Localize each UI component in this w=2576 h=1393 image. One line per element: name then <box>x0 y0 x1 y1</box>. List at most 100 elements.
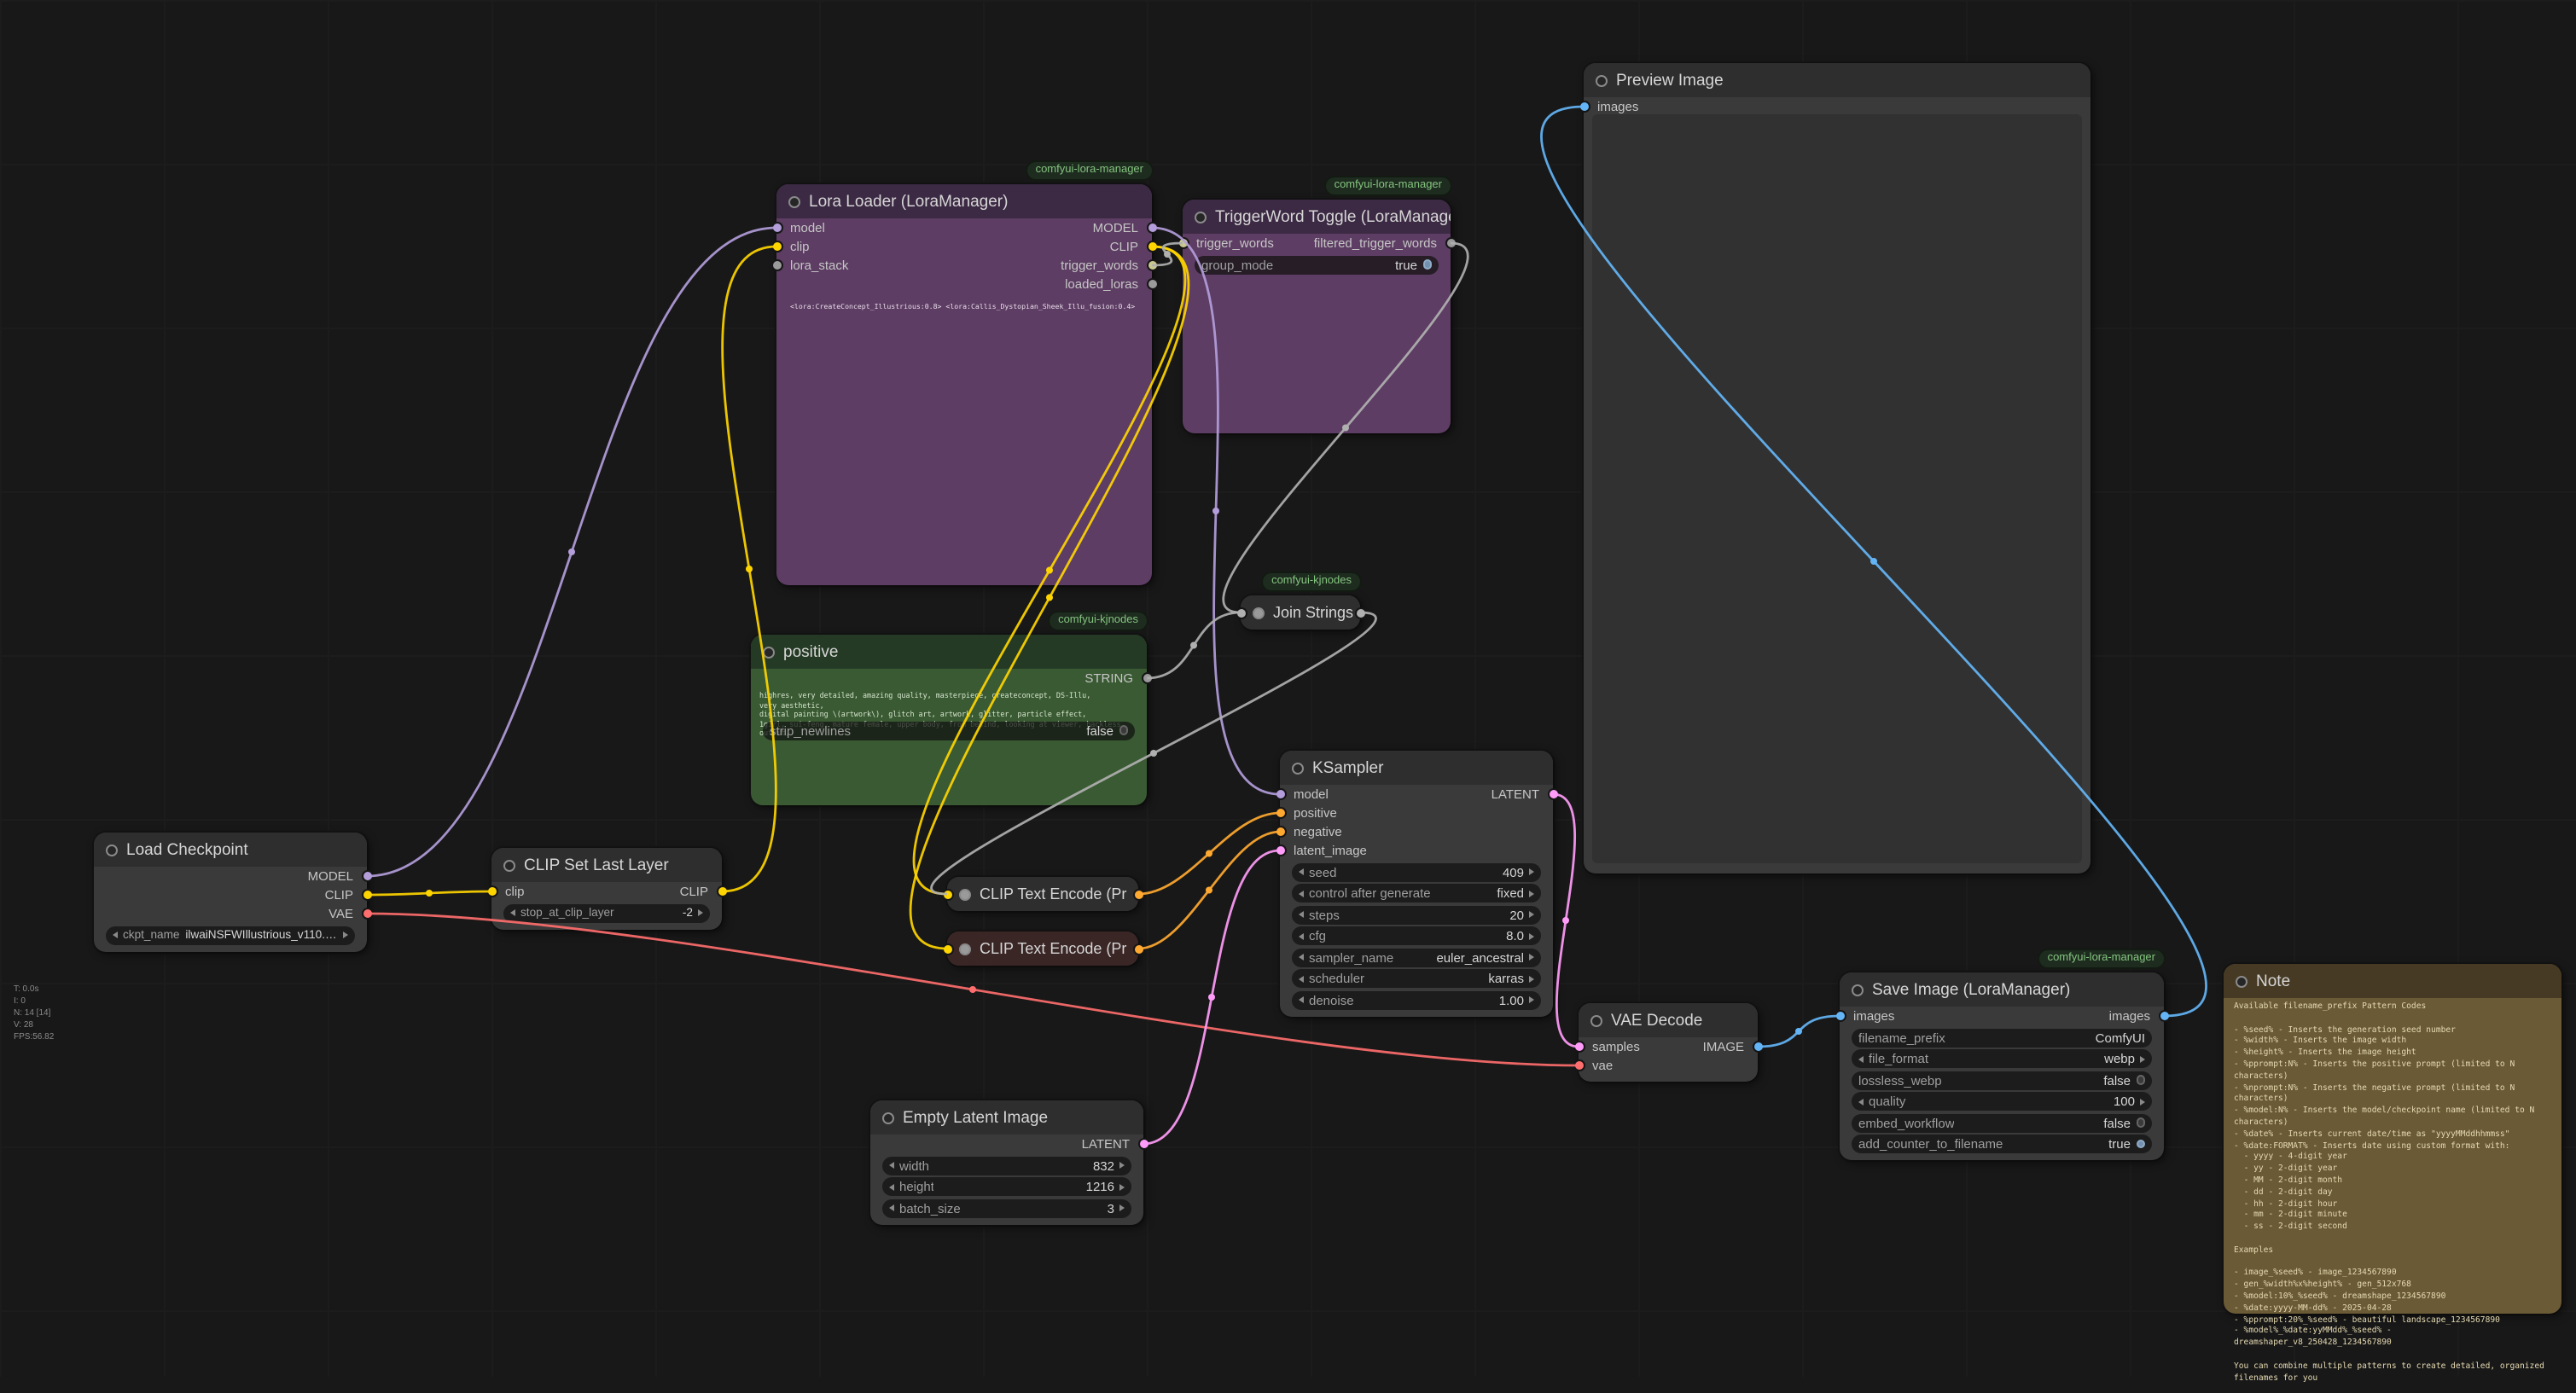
link-decode-image-to-save[interactable] <box>1758 1016 1840 1047</box>
input-port-trigger-words[interactable] <box>1177 237 1189 249</box>
collapse-dot-icon[interactable] <box>1292 762 1304 774</box>
input-port-latent-image[interactable] <box>1274 845 1286 856</box>
input-port-model[interactable] <box>770 222 782 234</box>
output-port-clip[interactable] <box>1146 241 1158 252</box>
decrement-icon[interactable] <box>889 1162 894 1169</box>
node-title-bar[interactable]: Lora Loader (LoraManager) <box>776 184 1152 218</box>
collapse-dot-icon[interactable] <box>788 195 800 207</box>
node-title-bar[interactable]: positive <box>751 635 1147 669</box>
collapse-dot-icon[interactable] <box>2236 975 2247 987</box>
widget-embed-workflow[interactable]: embed_workflow false <box>1852 1113 2152 1132</box>
widget-add-counter-to-filename[interactable]: add_counter_to_filename true <box>1852 1135 2152 1153</box>
collapsed-output-port[interactable] <box>1132 943 1144 955</box>
input-port-samples[interactable] <box>1573 1041 1585 1053</box>
link-checkpoint-model-to-lora[interactable] <box>367 228 776 876</box>
collapse-dot-icon[interactable] <box>1596 74 1608 86</box>
output-port-image[interactable] <box>1752 1041 1764 1053</box>
collapsed-output-port[interactable] <box>1132 888 1144 900</box>
widget-cfg[interactable]: cfg 8.0 <box>1292 926 1541 945</box>
increment-icon[interactable] <box>1529 996 1534 1003</box>
node-graph-canvas[interactable]: T: 0.0s I: 0 N: 14 [14] V: 28 FPS:56.82 … <box>0 0 2576 1377</box>
toggle-dot-icon[interactable] <box>2136 1118 2145 1128</box>
collapse-dot-icon[interactable] <box>959 943 971 955</box>
node-load-checkpoint[interactable]: Load Checkpoint MODEL CLIP VAE ckpt_name… <box>94 833 367 951</box>
output-port-trigger-words[interactable] <box>1146 259 1158 271</box>
increment-icon[interactable] <box>1529 932 1534 939</box>
widget-steps[interactable]: steps 20 <box>1292 905 1541 924</box>
collapse-dot-icon[interactable] <box>763 646 775 658</box>
node-title-bar[interactable]: Save Image (LoraManager) <box>1840 972 2164 1007</box>
increment-icon[interactable] <box>1529 911 1534 918</box>
collapsed-input-port[interactable] <box>941 888 953 900</box>
toggle-dot-icon[interactable] <box>1422 260 1432 270</box>
widget-lossless-webp[interactable]: lossless_webp false <box>1852 1071 2152 1089</box>
widget-filename-prefix[interactable]: filename_prefix ComfyUI <box>1852 1028 2152 1047</box>
widget-seed[interactable]: seed 409 <box>1292 862 1541 881</box>
link-encode-neg-to-ksampler[interactable] <box>1138 832 1280 949</box>
input-port-model[interactable] <box>1274 788 1286 800</box>
collapsed-input-port[interactable] <box>941 943 953 955</box>
prev-option-icon[interactable] <box>1858 1055 1864 1062</box>
node-positive-prompt[interactable]: comfyui-kjnodes positive STRING highres,… <box>751 635 1147 805</box>
collapse-dot-icon[interactable] <box>1195 211 1207 223</box>
node-clip-set-last-layer[interactable]: CLIP Set Last Layer clip CLIP stop_at_cl… <box>491 848 722 929</box>
node-join-strings[interactable]: comfyui-kjnodes Join Strings <box>1241 595 1360 630</box>
note-text[interactable]: Available filename_prefix Pattern Codes … <box>2234 1003 2551 1386</box>
collapsed-input-port[interactable] <box>1235 607 1247 618</box>
collapse-dot-icon[interactable] <box>882 1111 894 1123</box>
node-lora-loader[interactable]: comfyui-lora-manager Lora Loader (LoraMa… <box>776 184 1152 585</box>
widget-denoise[interactable]: denoise 1.00 <box>1292 990 1541 1009</box>
node-title-bar[interactable]: TriggerWord Toggle (LoraManager) <box>1183 200 1451 234</box>
output-port-filtered-trigger-words[interactable] <box>1445 237 1457 249</box>
collapsed-output-port[interactable] <box>1354 607 1366 618</box>
decrement-icon[interactable] <box>889 1183 894 1190</box>
widget-quality[interactable]: quality 100 <box>1852 1092 2152 1111</box>
increment-icon[interactable] <box>698 909 703 916</box>
link-encode-pos-to-ksampler[interactable] <box>1138 813 1280 894</box>
next-option-icon[interactable] <box>1529 890 1534 897</box>
output-port-loaded-loras[interactable] <box>1146 278 1158 290</box>
node-note[interactable]: Note Available filename_prefix Pattern C… <box>2224 964 2561 1314</box>
node-title-bar[interactable]: CLIP Text Encode (Pr <box>947 932 1138 966</box>
output-port-latent[interactable] <box>1137 1138 1149 1150</box>
output-port-latent[interactable] <box>1547 788 1559 800</box>
output-port-model[interactable] <box>1146 222 1158 234</box>
toggle-dot-icon[interactable] <box>2136 1140 2145 1149</box>
input-port-clip[interactable] <box>486 885 497 897</box>
widget-file-format[interactable]: file_format webp <box>1852 1049 2152 1068</box>
widget-scheduler[interactable]: scheduler karras <box>1292 969 1541 988</box>
decrement-icon[interactable] <box>1299 868 1304 875</box>
increment-icon[interactable] <box>2140 1098 2145 1105</box>
prev-option-icon[interactable] <box>1299 975 1304 982</box>
prev-option-icon[interactable] <box>1299 890 1304 897</box>
decrement-icon[interactable] <box>1299 996 1304 1003</box>
decrement-icon[interactable] <box>1299 911 1304 918</box>
widget-sampler-name[interactable]: sampler_name euler_ancestral <box>1292 948 1541 966</box>
output-port-images[interactable] <box>2158 1010 2170 1022</box>
input-port-negative[interactable] <box>1274 826 1286 838</box>
increment-icon[interactable] <box>1119 1162 1125 1169</box>
link-checkpoint-clip-to-setlayer[interactable] <box>367 891 491 895</box>
input-port-vae[interactable] <box>1573 1059 1585 1071</box>
next-option-icon[interactable] <box>343 932 348 938</box>
output-port-clip[interactable] <box>361 889 373 901</box>
output-port-clip[interactable] <box>716 885 728 897</box>
increment-icon[interactable] <box>1119 1183 1125 1190</box>
next-option-icon[interactable] <box>1529 975 1534 982</box>
node-ksampler[interactable]: KSampler model LATENT positive negative … <box>1280 751 1553 1016</box>
collapse-dot-icon[interactable] <box>503 859 515 871</box>
output-port-model[interactable] <box>361 870 373 882</box>
input-port-lora-stack[interactable] <box>770 259 782 271</box>
link-latent-to-ksampler[interactable] <box>1143 850 1280 1144</box>
toggle-dot-icon[interactable] <box>2136 1076 2145 1085</box>
node-title-bar[interactable]: Preview Image <box>1584 63 2090 97</box>
widget-height[interactable]: height 1216 <box>882 1177 1131 1196</box>
decrement-icon[interactable] <box>889 1204 894 1211</box>
node-title-bar[interactable]: CLIP Text Encode (Pr <box>947 877 1138 911</box>
node-clip-text-encode-negative[interactable]: CLIP Text Encode (Pr <box>947 932 1138 966</box>
input-port-images[interactable] <box>1578 101 1590 113</box>
prev-option-icon[interactable] <box>113 932 118 938</box>
input-port-clip[interactable] <box>770 241 782 252</box>
next-option-icon[interactable] <box>1529 954 1534 961</box>
output-port-vae[interactable] <box>361 908 373 920</box>
